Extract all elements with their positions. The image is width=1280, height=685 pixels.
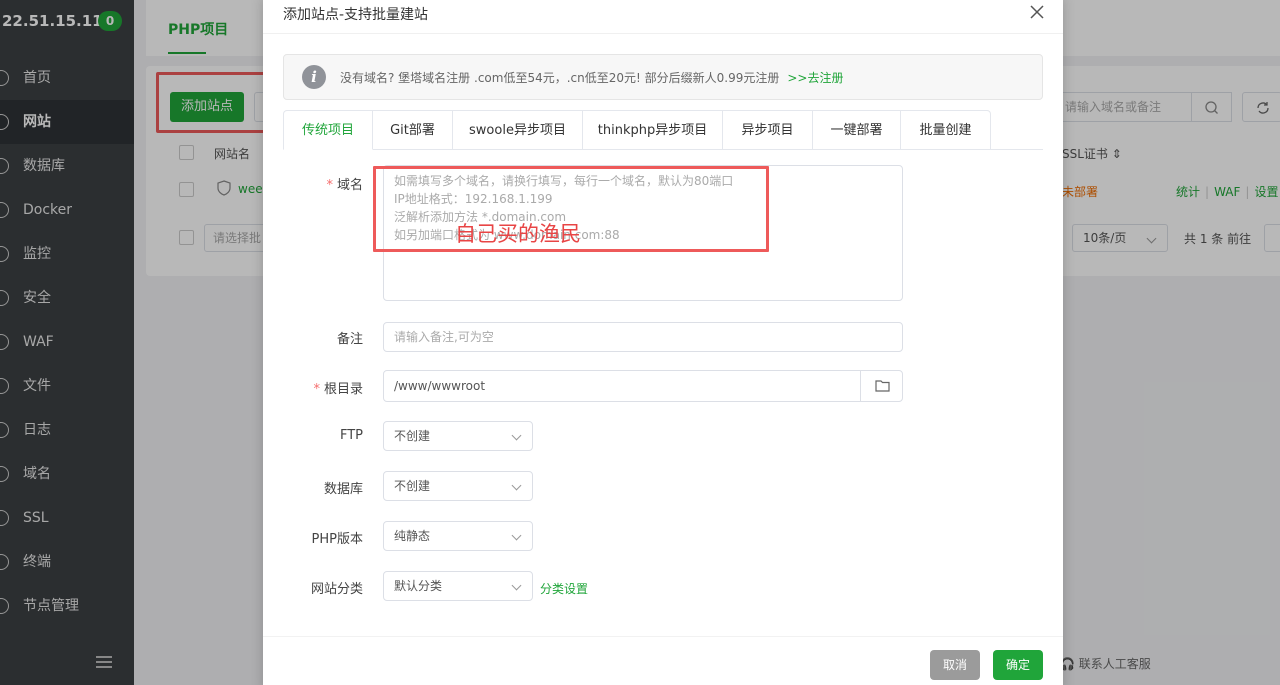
category-settings-link[interactable]: 分类设置 — [540, 580, 588, 597]
chevron-down-icon — [511, 480, 522, 491]
ftp-select[interactable]: 不创建 — [383, 421, 533, 451]
domain-label: * 域名 — [326, 178, 363, 193]
category-label: 网站分类 — [310, 582, 363, 597]
tab-traditional[interactable]: 传统项目 — [283, 110, 373, 150]
chevron-down-icon — [511, 430, 522, 441]
close-icon[interactable] — [1027, 2, 1047, 22]
chevron-down-icon — [511, 580, 522, 591]
chevron-down-icon — [511, 530, 522, 541]
add-site-dialog: 添加站点-支持批量建站 i 没有域名? 堡塔域名注册 .com低至54元，.cn… — [263, 0, 1063, 685]
handwritten-annotation: 自己买的渔民 — [455, 222, 581, 246]
project-type-tabs: 传统项目 Git部署 swoole异步项目 thinkphp异步项目 异步项目 … — [283, 110, 1043, 150]
database-label: 数据库 — [323, 482, 363, 497]
php-version-label: PHP版本 — [311, 532, 363, 547]
note-input[interactable]: 请输入备注,可为空 — [383, 322, 903, 352]
root-dir-input[interactable]: /www/wwwroot — [383, 370, 903, 402]
tab-swoole[interactable]: swoole异步项目 — [453, 110, 583, 150]
register-link[interactable]: >>去注册 — [787, 71, 843, 85]
divider — [263, 636, 1063, 637]
info-icon: i — [302, 65, 326, 89]
tab-one-click[interactable]: 一键部署 — [813, 110, 901, 150]
category-select[interactable]: 默认分类 — [383, 571, 533, 601]
database-select[interactable]: 不创建 — [383, 471, 533, 501]
root-dir-label: * 根目录 — [313, 382, 363, 397]
php-version-select[interactable]: 纯静态 — [383, 521, 533, 551]
tab-git[interactable]: Git部署 — [373, 110, 453, 150]
divider — [263, 33, 1063, 34]
confirm-button[interactable]: 确定 — [993, 650, 1043, 680]
browse-folder-button[interactable] — [860, 370, 903, 402]
notice-text: 没有域名? 堡塔域名注册 .com低至54元，.cn低至20元! 部分后缀新人0… — [340, 71, 780, 85]
tab-batch[interactable]: 批量创建 — [901, 110, 991, 150]
tab-async[interactable]: 异步项目 — [723, 110, 813, 150]
dialog-title: 添加站点-支持批量建站 — [283, 7, 429, 23]
note-label: 备注 — [336, 332, 363, 347]
folder-icon — [875, 380, 890, 392]
tab-thinkphp[interactable]: thinkphp异步项目 — [583, 110, 723, 150]
ftp-label: FTP — [339, 428, 363, 443]
cancel-button[interactable]: 取消 — [930, 650, 980, 680]
domain-notice: i 没有域名? 堡塔域名注册 .com低至54元，.cn低至20元! 部分后缀新… — [283, 54, 1043, 100]
